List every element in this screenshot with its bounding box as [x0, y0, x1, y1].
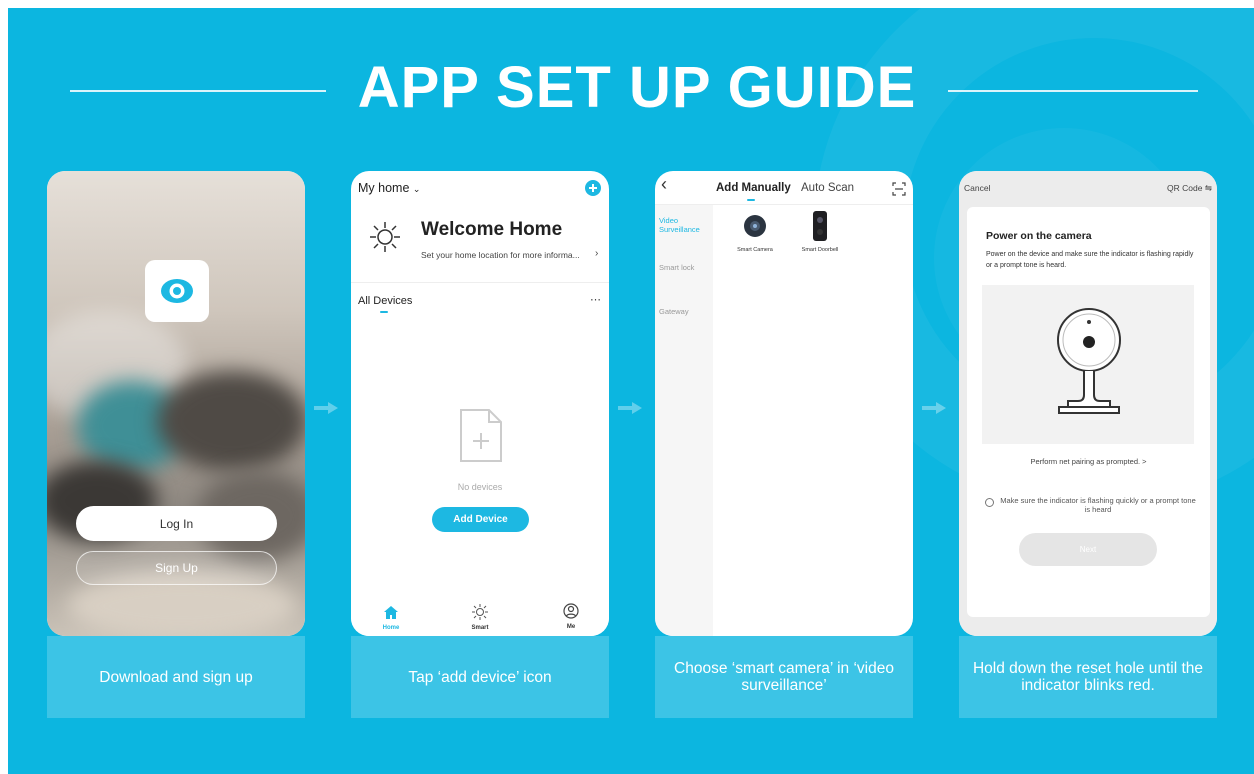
- category-smart-lock[interactable]: Smart lock: [659, 263, 694, 272]
- chevron-right-icon[interactable]: ›: [595, 248, 598, 259]
- device-label-camera: Smart Camera: [737, 247, 773, 253]
- confirm-text: Make sure the indicator is flashing quic…: [1000, 496, 1196, 514]
- title-row: APP SET UP GUIDE: [8, 52, 1254, 122]
- divider: [351, 282, 609, 283]
- title-divider-left: [70, 90, 326, 92]
- phone-screen-power-on: Cancel QR Code ⇋ Power on the camera Pow…: [959, 171, 1217, 636]
- empty-document-icon: [460, 409, 502, 462]
- tab-indicator: [747, 199, 755, 201]
- title-divider-right: [948, 90, 1198, 92]
- step-caption-3: Choose ‘smart camera’ in ‘video surveill…: [655, 636, 913, 718]
- sheet-heading: Power on the camera: [986, 230, 1092, 242]
- location-hint[interactable]: Set your home location for more informa.…: [421, 250, 580, 260]
- tab-indicator: [380, 311, 388, 313]
- nav-home-label: Home: [382, 625, 400, 631]
- sun-icon: [370, 222, 400, 252]
- step-card-4: Cancel QR Code ⇋ Power on the camera Pow…: [959, 171, 1217, 718]
- all-devices-tab[interactable]: All Devices: [358, 295, 412, 307]
- camera-icon: [744, 215, 766, 237]
- eye-logo-icon: [161, 279, 193, 303]
- arrow-right-icon: [618, 402, 642, 414]
- app-logo: [145, 260, 209, 322]
- step-card-1: Log In Sign Up Download and sign up: [47, 171, 305, 718]
- home-icon: [384, 606, 398, 619]
- back-icon[interactable]: ‹: [661, 174, 667, 195]
- camera-device-icon: [1057, 308, 1121, 414]
- tab-auto-scan[interactable]: Auto Scan: [801, 182, 854, 194]
- category-video-surveillance[interactable]: Video Surveillance: [659, 216, 713, 234]
- add-circle-icon[interactable]: [585, 180, 601, 196]
- login-button[interactable]: Log In: [76, 506, 277, 541]
- nav-smart[interactable]: Smart: [460, 604, 500, 631]
- doorbell-icon: [813, 211, 827, 241]
- empty-state-text: No devices: [457, 482, 503, 492]
- chevron-down-icon: ⌄: [412, 184, 421, 194]
- tab-add-manually[interactable]: Add Manually: [716, 182, 791, 194]
- nav-me[interactable]: Me: [551, 603, 591, 630]
- phone-screen-add-device: ‹ Add Manually Auto Scan Video Surveilla…: [655, 171, 913, 636]
- pairing-link[interactable]: Perform net pairing as prompted. >: [967, 457, 1210, 466]
- user-icon: [563, 603, 579, 619]
- page-title: APP SET UP GUIDE: [357, 55, 917, 120]
- device-label-doorbell: Smart Doorbell: [801, 247, 839, 253]
- swap-icon: ⇋: [1204, 183, 1212, 193]
- category-gateway[interactable]: Gateway: [659, 307, 689, 316]
- step-card-3: ‹ Add Manually Auto Scan Video Surveilla…: [655, 171, 913, 718]
- step-caption-1: Download and sign up: [47, 636, 305, 718]
- nav-smart-label: Smart: [471, 625, 489, 631]
- instructions-sheet: Power on the camera Power on the device …: [967, 207, 1210, 617]
- more-icon[interactable]: ⋯: [590, 293, 601, 306]
- arrow-right-icon: [314, 402, 338, 414]
- welcome-title: Welcome Home: [421, 219, 563, 240]
- add-device-button[interactable]: Add Device: [432, 507, 529, 532]
- cancel-link[interactable]: Cancel: [964, 183, 990, 193]
- step-caption-4: Hold down the reset hole until the indic…: [959, 636, 1217, 718]
- qr-code-link[interactable]: QR Code ⇋: [1167, 183, 1212, 194]
- step-caption-2: Tap ‘add device’ icon: [351, 636, 609, 718]
- bottom-nav: Home Smart Me: [351, 591, 609, 636]
- next-button[interactable]: Next: [1019, 533, 1157, 566]
- nav-me-label: Me: [566, 624, 576, 630]
- arrow-right-icon: [922, 402, 946, 414]
- signup-button[interactable]: Sign Up: [76, 551, 277, 585]
- device-smart-camera[interactable]: Smart Camera: [730, 213, 780, 253]
- device-smart-doorbell[interactable]: Smart Doorbell: [793, 211, 847, 253]
- guide-banner: APP SET UP GUIDE Log In Sign Up Download…: [8, 8, 1254, 774]
- phone-screen-home: My home ⌄ Welcome Home Set your home loc…: [351, 171, 609, 636]
- confirm-radio[interactable]: [985, 498, 994, 507]
- home-selector[interactable]: My home ⌄: [358, 181, 420, 195]
- camera-illustration: [982, 285, 1194, 444]
- phone-screen-login: Log In Sign Up: [47, 171, 305, 636]
- scan-icon[interactable]: [892, 182, 906, 196]
- sun-icon: [472, 604, 488, 620]
- step-card-2: My home ⌄ Welcome Home Set your home loc…: [351, 171, 609, 718]
- nav-home[interactable]: Home: [371, 605, 411, 631]
- sheet-instructions: Power on the device and make sure the in…: [986, 251, 1194, 269]
